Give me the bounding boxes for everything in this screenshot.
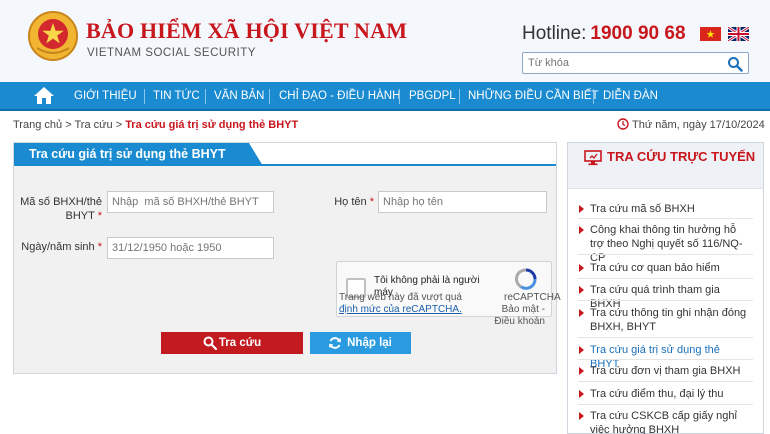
- required-mark: *: [97, 210, 102, 222]
- reset-button-label: Nhập lại: [347, 337, 392, 349]
- name-label-text: Họ tên: [334, 196, 367, 208]
- arrow-icon: [579, 205, 584, 213]
- nav-separator: [399, 89, 400, 104]
- nav-separator: [144, 89, 145, 104]
- divider: [578, 218, 753, 219]
- recaptcha-quota-message: Trang web này đã vượt quá định mức của r…: [339, 292, 469, 316]
- search-icon[interactable]: [727, 56, 743, 72]
- sidebar-item-label: Tra cứu mã số BHXH: [590, 203, 695, 215]
- divider: [578, 254, 753, 255]
- required-mark: *: [97, 241, 102, 253]
- site-header: BẢO HIỂM XÃ HỘI VIỆT NAM VIETNAM SOCIAL …: [0, 0, 770, 82]
- online-lookup-sidebar: TRA CỨU TRỰC TUYẾN Tra cứu mã số BHXH Cô…: [567, 142, 764, 434]
- refresh-icon: [329, 337, 341, 349]
- site-subtitle: VIETNAM SOCIAL SECURITY: [87, 47, 256, 59]
- nav-item-dien-dan[interactable]: DIỄN ĐÀN: [603, 82, 658, 111]
- nav-item-nhung-dieu-can-biet[interactable]: NHỮNG ĐIỀU CẦN BIẾT: [468, 82, 599, 111]
- monitor-icon: [584, 150, 602, 166]
- breadcrumb-current: Tra cứu giá trị sử dụng thẻ BHYT: [125, 119, 299, 131]
- divider: [578, 278, 753, 279]
- divider: [578, 300, 753, 301]
- arrow-icon: [579, 226, 584, 234]
- sidebar-item-label: Tra cứu CSKCB cấp giấy nghỉ việc hưởng B…: [590, 410, 737, 434]
- code-label: Mã số BHXH/thẻ BHYT *: [14, 195, 102, 223]
- sidebar-item-label: Tra cứu điểm thu, đại lý thu: [590, 388, 724, 400]
- recaptcha-brand: reCAPTCHA: [504, 292, 561, 303]
- recaptcha-privacy-link[interactable]: Bảo mật - Điều khoản: [479, 304, 545, 328]
- nav-item-chi-dao[interactable]: CHỈ ĐẠO - ĐIỀU HÀNH: [279, 82, 400, 111]
- name-label: Họ tên *: [304, 195, 374, 209]
- full-name-input[interactable]: [378, 191, 547, 213]
- search-input[interactable]: [528, 55, 718, 71]
- panel-body: Mã số BHXH/thẻ BHYT * Họ tên * Ngày/năm …: [14, 166, 561, 373]
- sidebar-header: TRA CỨU TRỰC TUYẾN: [568, 143, 763, 189]
- dob-input[interactable]: [107, 237, 274, 259]
- quota-text: Trang web này đã vượt quá: [339, 292, 462, 303]
- arrow-icon: [579, 309, 584, 317]
- sidebar-item-label: Công khai thông tin hưởng hỗ trợ theo Ng…: [590, 224, 743, 264]
- sidebar-item-label: Tra cứu thông tin ghi nhận đóng BHXH, BH…: [590, 307, 747, 333]
- nav-separator: [205, 89, 206, 104]
- current-date: Thứ năm, ngày 17/10/2024: [617, 118, 765, 131]
- emblem-icon[interactable]: [27, 10, 79, 62]
- lookup-button-label: Tra cứu: [218, 337, 262, 349]
- arrow-icon: [579, 346, 584, 354]
- nav-separator: [269, 89, 270, 104]
- breadcrumb-lookup[interactable]: Tra cứu: [74, 119, 112, 131]
- search-icon: [203, 336, 217, 350]
- arrow-icon: [579, 367, 584, 375]
- reset-button[interactable]: Nhập lại: [310, 332, 411, 354]
- sidebar-item-label: Tra cứu cơ quan bảo hiểm: [590, 262, 720, 274]
- hotline-number[interactable]: 1900 90 68: [590, 23, 685, 44]
- sidebar-title: TRA CỨU TRỰC TUYẾN: [607, 149, 756, 164]
- dob-label: Ngày/năm sinh *: [14, 240, 102, 254]
- hotline-label: Hotline:: [522, 23, 587, 44]
- divider: [578, 381, 753, 382]
- breadcrumb-home[interactable]: Trang chủ: [13, 119, 62, 131]
- recaptcha-logo-icon: [514, 268, 537, 290]
- lookup-button[interactable]: Tra cứu: [161, 332, 303, 354]
- arrow-icon: [579, 412, 584, 420]
- uk-flag-icon[interactable]: [728, 27, 749, 41]
- nav-item-gioi-thieu[interactable]: GIỚI THIỆU: [74, 82, 137, 111]
- nav-separator: [593, 89, 594, 104]
- breadcrumb-separator: >: [115, 119, 123, 131]
- divider: [578, 404, 753, 405]
- panel-title: Tra cứu giá trị sử dụng thẻ BHYT: [14, 143, 263, 166]
- insurance-code-input[interactable]: [107, 191, 274, 213]
- nav-item-pbgdpl[interactable]: PBGDPL: [409, 82, 456, 111]
- nav-item-tin-tuc[interactable]: TIN TỨC: [153, 82, 200, 111]
- lookup-form-panel: Tra cứu giá trị sử dụng thẻ BHYT Mã số B…: [13, 142, 561, 374]
- divider: [578, 359, 753, 360]
- site-title[interactable]: BẢO HIỂM XÃ HỘI VIỆT NAM: [86, 18, 407, 44]
- home-icon[interactable]: [33, 86, 55, 105]
- nav-separator: [459, 89, 460, 104]
- clock-icon: [617, 118, 629, 130]
- code-label-text: Mã số BHXH/thẻ BHYT: [20, 196, 102, 222]
- main-nav: GIỚI THIỆU TIN TỨC VĂN BẢN CHỈ ĐẠO - ĐIỀ…: [0, 82, 770, 111]
- arrow-icon: [579, 264, 584, 272]
- required-mark: *: [369, 196, 374, 208]
- nav-item-van-ban[interactable]: VĂN BẢN: [214, 82, 265, 111]
- arrow-icon: [579, 390, 584, 398]
- hotline: Hotline: 1900 90 68: [522, 23, 686, 45]
- sidebar-item-label: Tra cứu đơn vị tham gia BHXH: [590, 365, 741, 377]
- breadcrumb: Trang chủ > Tra cứu > Tra cứu giá trị sử…: [13, 119, 298, 131]
- quota-link[interactable]: định mức của reCAPTCHA.: [339, 304, 469, 316]
- search-box: [522, 52, 749, 74]
- date-text: Thứ năm, ngày 17/10/2024: [632, 119, 765, 131]
- dob-label-text: Ngày/năm sinh: [21, 241, 95, 253]
- arrow-icon: [579, 286, 584, 294]
- breadcrumb-separator: >: [65, 119, 72, 131]
- vietnam-flag-icon[interactable]: [700, 27, 721, 41]
- divider: [578, 337, 753, 338]
